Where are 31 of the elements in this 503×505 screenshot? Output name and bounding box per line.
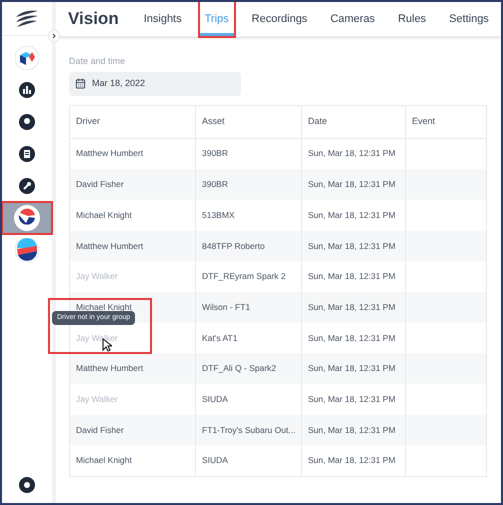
- table-row[interactable]: David Fisher 390BR Sun, Mar 18, 12:31 PM: [70, 169, 486, 200]
- bar-chart-icon: [19, 82, 35, 98]
- calendar-icon: [75, 78, 86, 89]
- date-field[interactable]: Mar 18, 2022: [69, 72, 241, 96]
- nav-tab[interactable]: Cameras: [325, 2, 380, 36]
- chevron-right-icon: [51, 33, 57, 39]
- app-title: Vision: [68, 8, 119, 30]
- table-cell: SIUDA: [196, 445, 302, 476]
- table-row[interactable]: Matthew Humbert 390BR Sun, Mar 18, 12:31 PM: [70, 138, 486, 170]
- date-filter-label: Date and time: [69, 55, 126, 68]
- vision-app-icon: [14, 205, 40, 231]
- column-header: Event: [411, 114, 436, 128]
- sidebar-item[interactable]: [2, 202, 52, 234]
- column-header: Driver: [70, 106, 196, 138]
- table-cell: Sun, Mar 18, 12:31 PM: [302, 445, 406, 476]
- nav-tab[interactable]: Rules: [392, 2, 432, 36]
- road-app-icon: [15, 238, 39, 262]
- nav-tab[interactable]: Insights: [138, 2, 187, 36]
- column-header: Asset: [196, 106, 302, 138]
- table-row[interactable]: Matthew Humbert 848TFP Roberto Sun, Mar 18, 12:31 PM: [70, 230, 486, 262]
- cube-app-icon: [15, 46, 39, 70]
- wrench-icon: [19, 178, 35, 194]
- table-row[interactable]: Matthew Humbert DTF_Ali Q - Spark2 Sun, Mar 18, 12:31 PM: [70, 353, 486, 384]
- column-header: Date: [302, 106, 406, 138]
- expand-sidebar-button[interactable]: [48, 30, 60, 42]
- nav-tab[interactable]: Settings: [444, 2, 494, 36]
- table-row[interactable]: David Fisher FT1-Troy's Subaru Out... Sun, Mar 18, 12:31 PM: [70, 414, 486, 446]
- table-cell: Michael Knight: [70, 445, 196, 476]
- nav-tab[interactable]: Recordings: [246, 2, 312, 36]
- logo-icon: [14, 8, 40, 28]
- document-icon: [19, 146, 35, 162]
